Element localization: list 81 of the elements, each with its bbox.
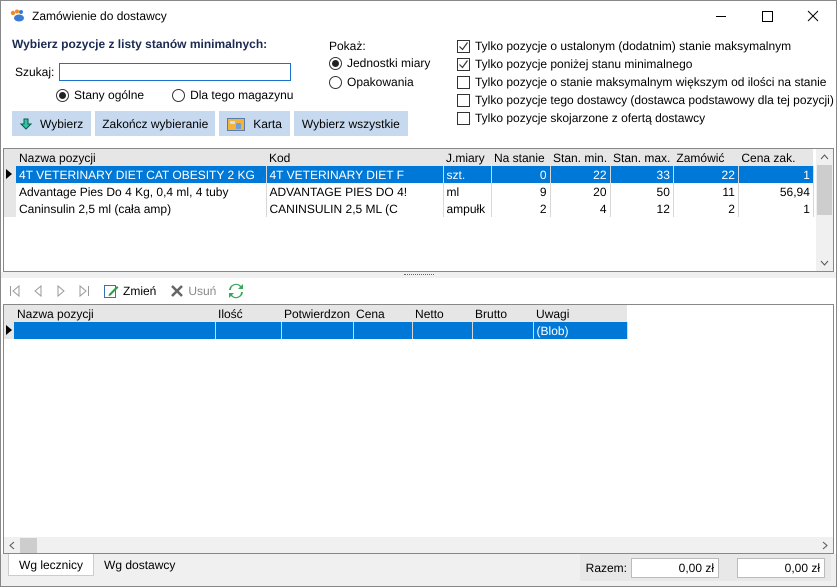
table-cell: ampułk: [443, 200, 491, 217]
column-header[interactable]: Na stanie: [491, 149, 550, 166]
column-header[interactable]: Stan. max.: [610, 149, 674, 166]
horizontal-scrollbar[interactable]: [4, 537, 833, 553]
search-field[interactable]: [59, 63, 292, 81]
toolbar-button[interactable]: Zakończ wybieranie: [95, 111, 216, 136]
next-icon[interactable]: [55, 284, 67, 298]
window-title: Zamówienie do dostawcy: [32, 9, 168, 23]
radio-option[interactable]: Opakowania: [329, 73, 457, 91]
table-cell: Caninsulin 2,5 ml (cała amp): [16, 200, 266, 217]
column-header[interactable]: Potwierdzon: [281, 305, 354, 322]
column-header[interactable]: Uwagi: [533, 305, 628, 322]
checkmark-icon: [458, 40, 469, 52]
table-cell: 2: [491, 200, 550, 217]
refresh-icon[interactable]: [228, 283, 244, 299]
table-cell: 2: [673, 200, 738, 217]
close-icon: [170, 284, 184, 298]
card-icon: [227, 116, 246, 130]
radio-option[interactable]: Dla tego magazynu: [172, 86, 294, 104]
pencil-icon: [103, 283, 119, 299]
column-header[interactable]: Ilość: [215, 305, 281, 322]
table-cell: 50: [610, 183, 674, 200]
toolbar-button[interactable]: Wybierz: [12, 111, 92, 136]
table-cell: 4T VETERINARY DIET CAT OBESITY 2 KG: [16, 166, 266, 183]
table-cell: (Blob): [533, 322, 628, 339]
filter-checkbox[interactable]: Tylko pozycje o stanie maksymalnym większym od ilości na stanie: [457, 73, 834, 91]
table-cell: 1: [738, 166, 814, 183]
radio-option[interactable]: Stany ogólne: [56, 86, 144, 104]
row-pointer-icon: [6, 168, 12, 178]
filter-checkbox[interactable]: Tylko pozycje tego dostawcy (dostawca podstawowy dla tej pozycji): [457, 91, 834, 109]
column-header[interactable]: Kod: [266, 149, 443, 166]
table-cell: 20: [550, 183, 610, 200]
previous-icon[interactable]: [32, 284, 44, 298]
table-cell: szt.: [443, 166, 491, 183]
total-field: 0,00 zł: [631, 558, 719, 578]
show-label: Pokaż:: [329, 39, 367, 53]
table-cell: ml: [443, 183, 491, 200]
last-icon[interactable]: [78, 284, 90, 298]
table-cell: 22: [673, 166, 738, 183]
edit-button[interactable]: Zmień: [101, 283, 158, 299]
table-cell: Advantage Pies Do 4 Kg, 0,4 ml, 4 tuby: [16, 183, 266, 200]
column-header[interactable]: Zamówić: [673, 149, 738, 166]
radio-option[interactable]: Jednostki miary: [329, 54, 457, 72]
column-header[interactable]: Nazwa pozycji: [16, 149, 266, 166]
first-icon[interactable]: [9, 284, 21, 298]
table-cell: 0: [491, 166, 550, 183]
filter-checkbox[interactable]: Tylko pozycje o ustalonym (dodatnim) stanie maksymalnym: [457, 37, 834, 55]
table-cell: 1: [738, 200, 814, 217]
column-header[interactable]: Netto: [412, 305, 472, 322]
column-header[interactable]: Brutto: [472, 305, 534, 322]
column-header[interactable]: Cena: [353, 305, 412, 322]
row-pointer-icon: [6, 324, 12, 334]
scroll-thumb[interactable]: [817, 165, 832, 215]
checkmark-icon: [458, 58, 469, 70]
table-cell: CANINSULIN 2,5 ML (C: [266, 200, 443, 217]
table-cell: ADVANTAGE PIES DO 4!: [266, 183, 443, 200]
table-cell: 4T VETERINARY DIET F: [266, 166, 443, 183]
toolbar-button[interactable]: Wybierz wszystkie: [294, 111, 408, 136]
scroll-thumb[interactable]: [20, 538, 37, 552]
table-cell: 4: [550, 200, 610, 217]
column-header[interactable]: Nazwa pozycji: [14, 305, 215, 322]
table-cell: 33: [610, 166, 674, 183]
table-cell: 22: [550, 166, 610, 183]
column-header[interactable]: J.miary: [443, 149, 491, 166]
table-cell: 9: [491, 183, 550, 200]
filter-checkbox[interactable]: Tylko pozycje poniżej stanu minimalnego: [457, 55, 834, 73]
table-cell: 12: [610, 200, 674, 217]
section-heading: Wybierz pozycje z listy stanów minimalnych:: [12, 37, 268, 51]
table-cell: 56,94: [738, 183, 814, 200]
table-cell: 11: [673, 183, 738, 200]
tab[interactable]: Wg lecznicy: [8, 554, 94, 576]
down-arrow-icon: [20, 118, 32, 130]
vertical-scrollbar[interactable]: [816, 149, 833, 271]
paw-icon: [10, 9, 26, 23]
search-label: Szukaj:: [15, 65, 54, 79]
toolbar-button[interactable]: Karta: [219, 111, 290, 136]
filter-checkbox[interactable]: Tylko pozycje skojarzone z ofertą dostawcy: [457, 109, 834, 127]
total-field: 0,00 zł: [737, 558, 825, 578]
column-header[interactable]: Cena zak.: [738, 149, 814, 166]
total-label: Razem:: [586, 560, 627, 574]
column-header[interactable]: Stan. min.: [550, 149, 610, 166]
